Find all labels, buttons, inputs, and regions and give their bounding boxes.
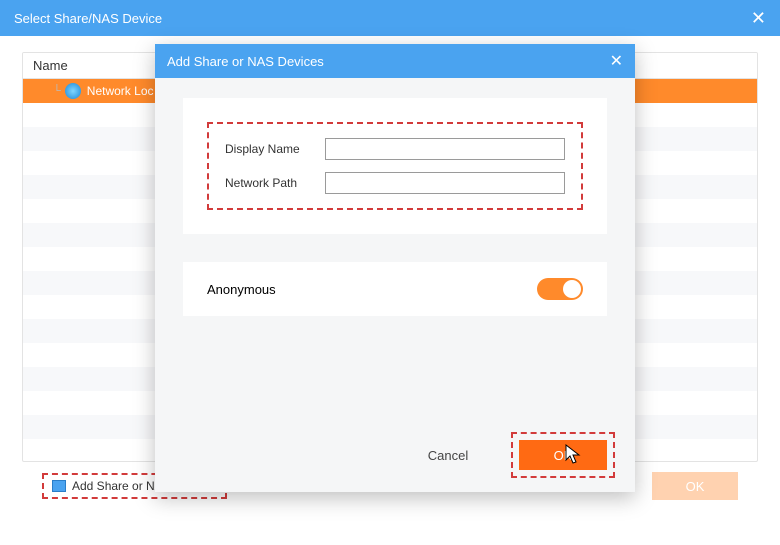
close-icon[interactable]: ✕: [751, 8, 766, 29]
toggle-knob: [563, 280, 581, 298]
parent-titlebar: Select Share/NAS Device ✕: [0, 0, 780, 36]
network-path-input[interactable]: [325, 172, 565, 194]
list-item-label: Network Loc: [87, 84, 154, 98]
display-name-label: Display Name: [225, 142, 317, 156]
display-name-row: Display Name: [225, 138, 565, 160]
anonymous-panel: Anonymous: [183, 262, 607, 316]
anonymous-toggle[interactable]: [537, 278, 583, 300]
cancel-button[interactable]: Cancel: [405, 441, 491, 469]
network-path-label: Network Path: [225, 176, 317, 190]
add-share-nas-dialog: Add Share or NAS Devices ✕ Display Name …: [155, 44, 635, 492]
network-path-row: Network Path: [225, 172, 565, 194]
ok-button[interactable]: OK: [519, 440, 607, 470]
parent-title: Select Share/NAS Device: [14, 11, 162, 26]
modal-body: Display Name Network Path Anonymous: [155, 78, 635, 326]
globe-icon: [65, 83, 81, 99]
modal-footer: Cancel OK: [405, 432, 615, 478]
ok-button-disabled: OK: [652, 472, 738, 500]
form-highlight-region: Display Name Network Path: [207, 122, 583, 210]
modal-title: Add Share or NAS Devices: [167, 54, 324, 69]
tree-elbow-icon: └: [53, 85, 61, 97]
ok-highlight-region: OK: [511, 432, 615, 478]
anonymous-label: Anonymous: [207, 282, 276, 297]
display-name-input[interactable]: [325, 138, 565, 160]
storage-icon: [52, 480, 66, 492]
close-icon[interactable]: ✕: [610, 51, 623, 71]
modal-titlebar: Add Share or NAS Devices ✕: [155, 44, 635, 78]
form-panel: Display Name Network Path: [183, 98, 607, 234]
